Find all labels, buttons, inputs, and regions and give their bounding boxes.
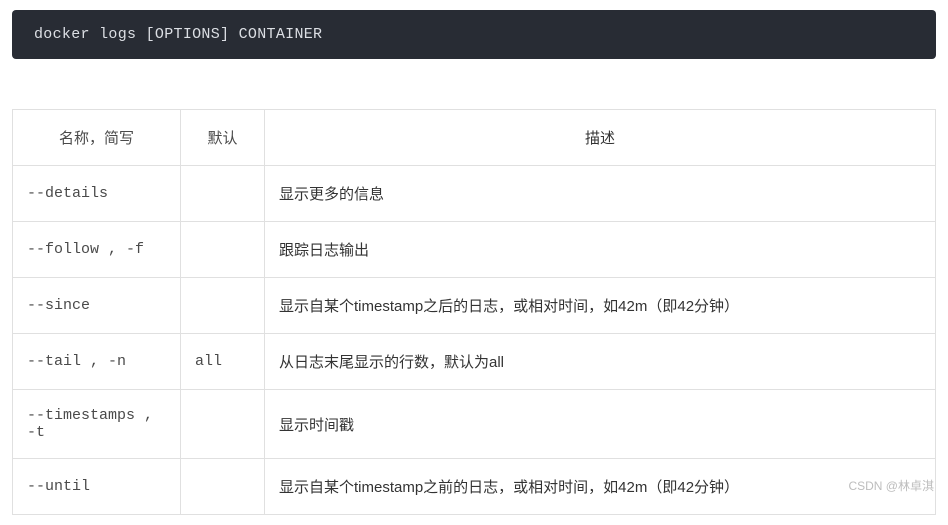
cell-name: --since [13,278,181,334]
header-default: 默认 [181,110,265,166]
cell-default [181,278,265,334]
table-row: --timestamps , -t 显示时间戳 [13,390,936,459]
code-block: docker logs [OPTIONS] CONTAINER [12,10,936,59]
cell-desc: 显示自某个timestamp之前的日志，或相对时间，如42m（即42分钟） [265,459,936,515]
cell-name: --follow , -f [13,222,181,278]
table-row: --tail , -n all 从日志末尾显示的行数，默认为all [13,334,936,390]
header-description: 描述 [265,110,936,166]
cell-default [181,166,265,222]
cell-desc: 显示时间戳 [265,390,936,459]
cell-name: --tail , -n [13,334,181,390]
cell-name: --until [13,459,181,515]
options-table: 名称，简写 默认 描述 --details 显示更多的信息 --follow ,… [12,109,936,515]
table-row: --details 显示更多的信息 [13,166,936,222]
cell-desc: 显示自某个timestamp之后的日志，或相对时间，如42m（即42分钟） [265,278,936,334]
cell-desc: 从日志末尾显示的行数，默认为all [265,334,936,390]
watermark: CSDN @林卓淇 [848,477,934,494]
cell-default [181,222,265,278]
table-header-row: 名称，简写 默认 描述 [13,110,936,166]
cell-desc: 跟踪日志输出 [265,222,936,278]
table-row: --since 显示自某个timestamp之后的日志，或相对时间，如42m（即… [13,278,936,334]
table-body: --details 显示更多的信息 --follow , -f 跟踪日志输出 -… [13,166,936,515]
cell-name: --details [13,166,181,222]
cell-default: all [181,334,265,390]
code-text: docker logs [OPTIONS] CONTAINER [34,26,322,43]
table-row: --until 显示自某个timestamp之前的日志，或相对时间，如42m（即… [13,459,936,515]
cell-desc: 显示更多的信息 [265,166,936,222]
table-row: --follow , -f 跟踪日志输出 [13,222,936,278]
cell-default [181,390,265,459]
cell-name: --timestamps , -t [13,390,181,459]
header-name: 名称，简写 [13,110,181,166]
cell-default [181,459,265,515]
